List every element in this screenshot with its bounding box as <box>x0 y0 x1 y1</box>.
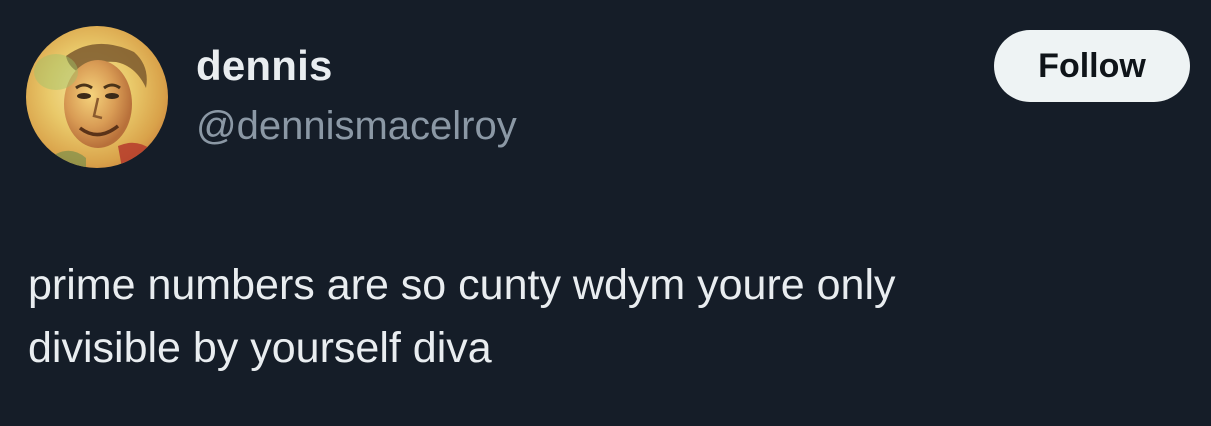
avatar[interactable] <box>26 26 168 168</box>
follow-button[interactable]: Follow <box>994 30 1190 102</box>
display-name[interactable]: dennis <box>196 42 333 90</box>
tweet-card: dennis @dennismacelroy Follow prime numb… <box>0 0 1211 426</box>
avatar-image <box>26 26 168 168</box>
tweet-text-line: prime numbers are so cunty wdym youre on… <box>28 261 896 309</box>
user-handle[interactable]: @dennismacelroy <box>196 104 517 149</box>
tweet-text-line: divisible by yourself diva <box>28 324 492 372</box>
tweet-text: prime numbers are so cunty wdym youre on… <box>28 254 1178 380</box>
